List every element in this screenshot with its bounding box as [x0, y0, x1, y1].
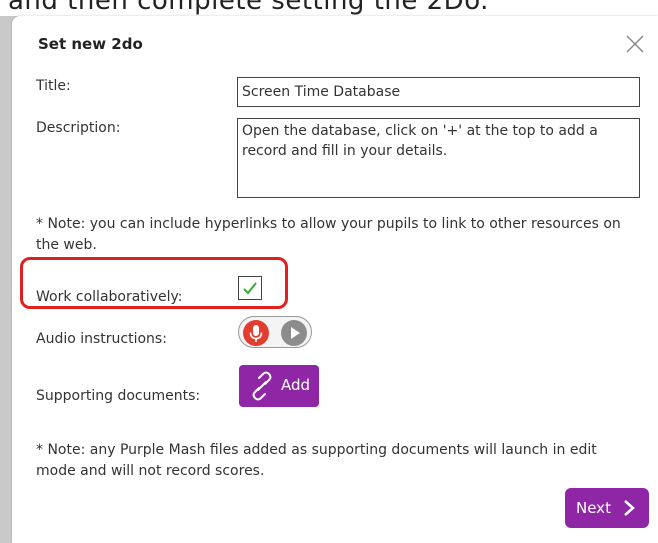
next-button-label: Next — [576, 499, 611, 517]
next-button[interactable]: Next — [565, 488, 649, 528]
play-button[interactable] — [281, 320, 307, 346]
microphone-icon — [249, 325, 263, 342]
play-icon — [291, 327, 300, 339]
checkmark-icon — [243, 282, 257, 295]
dialog-title: Set new 2do — [38, 35, 143, 53]
add-document-button[interactable]: Add — [239, 365, 319, 407]
add-button-label: Add — [281, 376, 311, 394]
hyperlink-note: * Note: you can include hyperlinks to al… — [36, 216, 621, 253]
link-icon — [252, 371, 272, 401]
top-caption: and then complete setting the 2Do. — [0, 0, 658, 16]
collaborative-checkbox[interactable] — [238, 276, 262, 300]
title-label: Title: — [36, 78, 71, 94]
close-icon[interactable] — [625, 34, 645, 54]
audio-label: Audio instructions: — [36, 331, 167, 347]
supporting-documents-label: Supporting documents: — [36, 388, 201, 404]
caption-text: and then complete setting the 2Do. — [8, 0, 489, 16]
description-label: Description: — [36, 120, 121, 136]
description-textarea[interactable]: Open the database, click on '+' at the t… — [237, 118, 640, 198]
audio-controls — [238, 316, 312, 348]
documents-note: * Note: any Purple Mash files added as s… — [36, 442, 597, 479]
chevron-right-icon — [624, 500, 635, 516]
record-button[interactable] — [243, 320, 269, 346]
title-input[interactable] — [237, 77, 640, 107]
